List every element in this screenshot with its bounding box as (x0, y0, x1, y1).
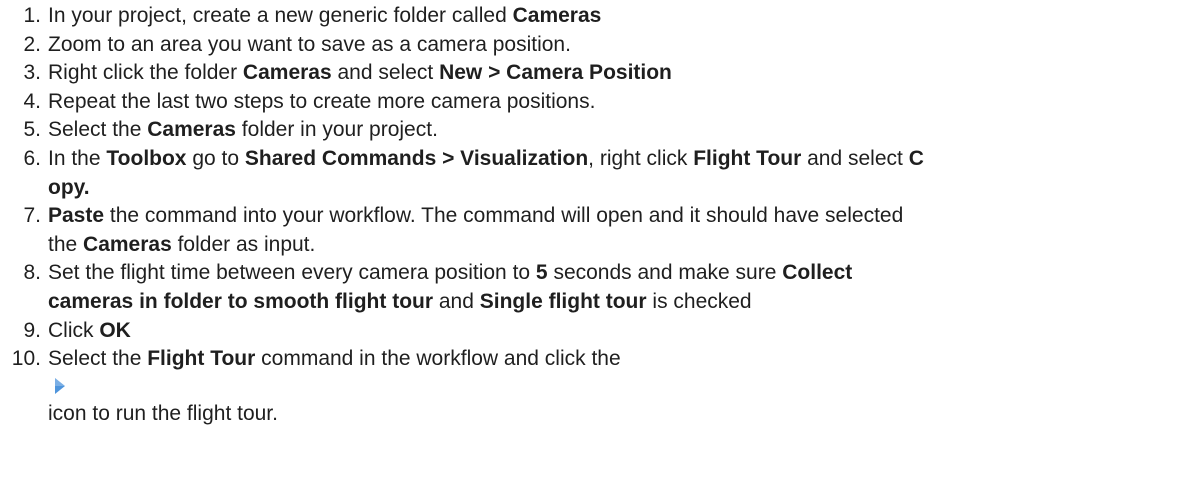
step-text: the command into your workflow. The comm… (104, 204, 904, 228)
step-item: 1. In your project, create a new generic … (0, 2, 1189, 31)
step-number: 1. (23, 4, 41, 27)
step-text: seconds and make sure (547, 261, 783, 285)
step-text: Repeat the last two steps to create more… (48, 89, 596, 113)
step-number: 3. (23, 61, 41, 85)
step-bold-text: C (908, 146, 924, 170)
step-bold-text: OK (99, 318, 131, 342)
step-bold-text: Cameras (512, 4, 602, 27)
step-text: Click (48, 318, 100, 342)
instruction-list: 1. In your project, create a new generic … (0, 0, 1189, 428)
step-bold-text: Shared Commands > Visualization (244, 146, 589, 170)
step-text: folder in your project. (235, 118, 438, 142)
step-text: Right click the folder (48, 61, 243, 85)
step-number: 7. (23, 204, 41, 228)
step-bold-text: Cameras (83, 232, 172, 256)
step-bold-text: Paste (48, 204, 105, 228)
step-number: 2. (23, 32, 41, 56)
step-bold-text: Flight Tour (693, 146, 802, 170)
step-bold-text: Toolbox (106, 146, 187, 170)
step-text: and (433, 289, 480, 313)
step-bold-text: New > Camera Position (439, 61, 672, 85)
step-bold-text: Single flight tour (479, 289, 647, 313)
step-item: 4. Repeat the last two steps to create mo… (0, 88, 1189, 117)
step-text: and select (331, 61, 440, 85)
step-number: 6. (23, 146, 41, 170)
run-icon (53, 376, 67, 396)
step-item: 5. Select the Cameras folder in your proj… (0, 116, 1189, 145)
step-text: Set the flight time between every camera… (48, 261, 536, 285)
step-number: 10. (11, 347, 41, 371)
step-text: In your project, create a new generic fo… (48, 4, 513, 27)
step-item: 7. Paste the command into your workflow. … (0, 202, 1189, 259)
step-item: 2. Zoom to an area you want to save as a … (0, 31, 1189, 60)
step-text: Select the (48, 118, 148, 142)
step-number: 8. (23, 261, 41, 285)
step-bold-text: Flight Tour (147, 347, 256, 371)
step-bold-text: 5 (535, 261, 548, 285)
step-text: icon to run the flight tour. (48, 401, 278, 425)
step-text: folder as input. (171, 232, 316, 256)
step-text: command in the workflow and click the (255, 347, 621, 371)
step-bold-text: Cameras (242, 61, 332, 85)
step-text: and select (801, 146, 909, 170)
step-item: 8. Set the flight time between every came… (0, 259, 1189, 316)
step-item: 3. Right click the folder Cameras and sel… (0, 59, 1189, 88)
step-bold-text: opy. (48, 175, 90, 199)
step-number: 4. (23, 89, 41, 113)
step-item: 10. Select the Flight Tour command in the… (0, 345, 1189, 428)
step-text: go to (186, 146, 245, 170)
step-item: 9. Click OK (0, 317, 1189, 346)
step-text: , right click (588, 146, 694, 170)
step-text: Zoom to an area you want to save as a ca… (48, 32, 571, 56)
step-item: 6. In the Toolbox go to Shared Commands >… (0, 145, 1189, 202)
step-text: In the (48, 146, 107, 170)
step-number: 5. (23, 118, 41, 142)
step-bold-text: Cameras (147, 118, 236, 142)
step-number: 9. (23, 318, 41, 342)
step-text: is checked (646, 289, 752, 313)
step-bold-text: Collect (782, 261, 853, 285)
step-text: the (48, 232, 84, 256)
step-text: Select the (48, 347, 148, 371)
step-bold-text: cameras in folder to smooth flight tour (48, 289, 434, 313)
